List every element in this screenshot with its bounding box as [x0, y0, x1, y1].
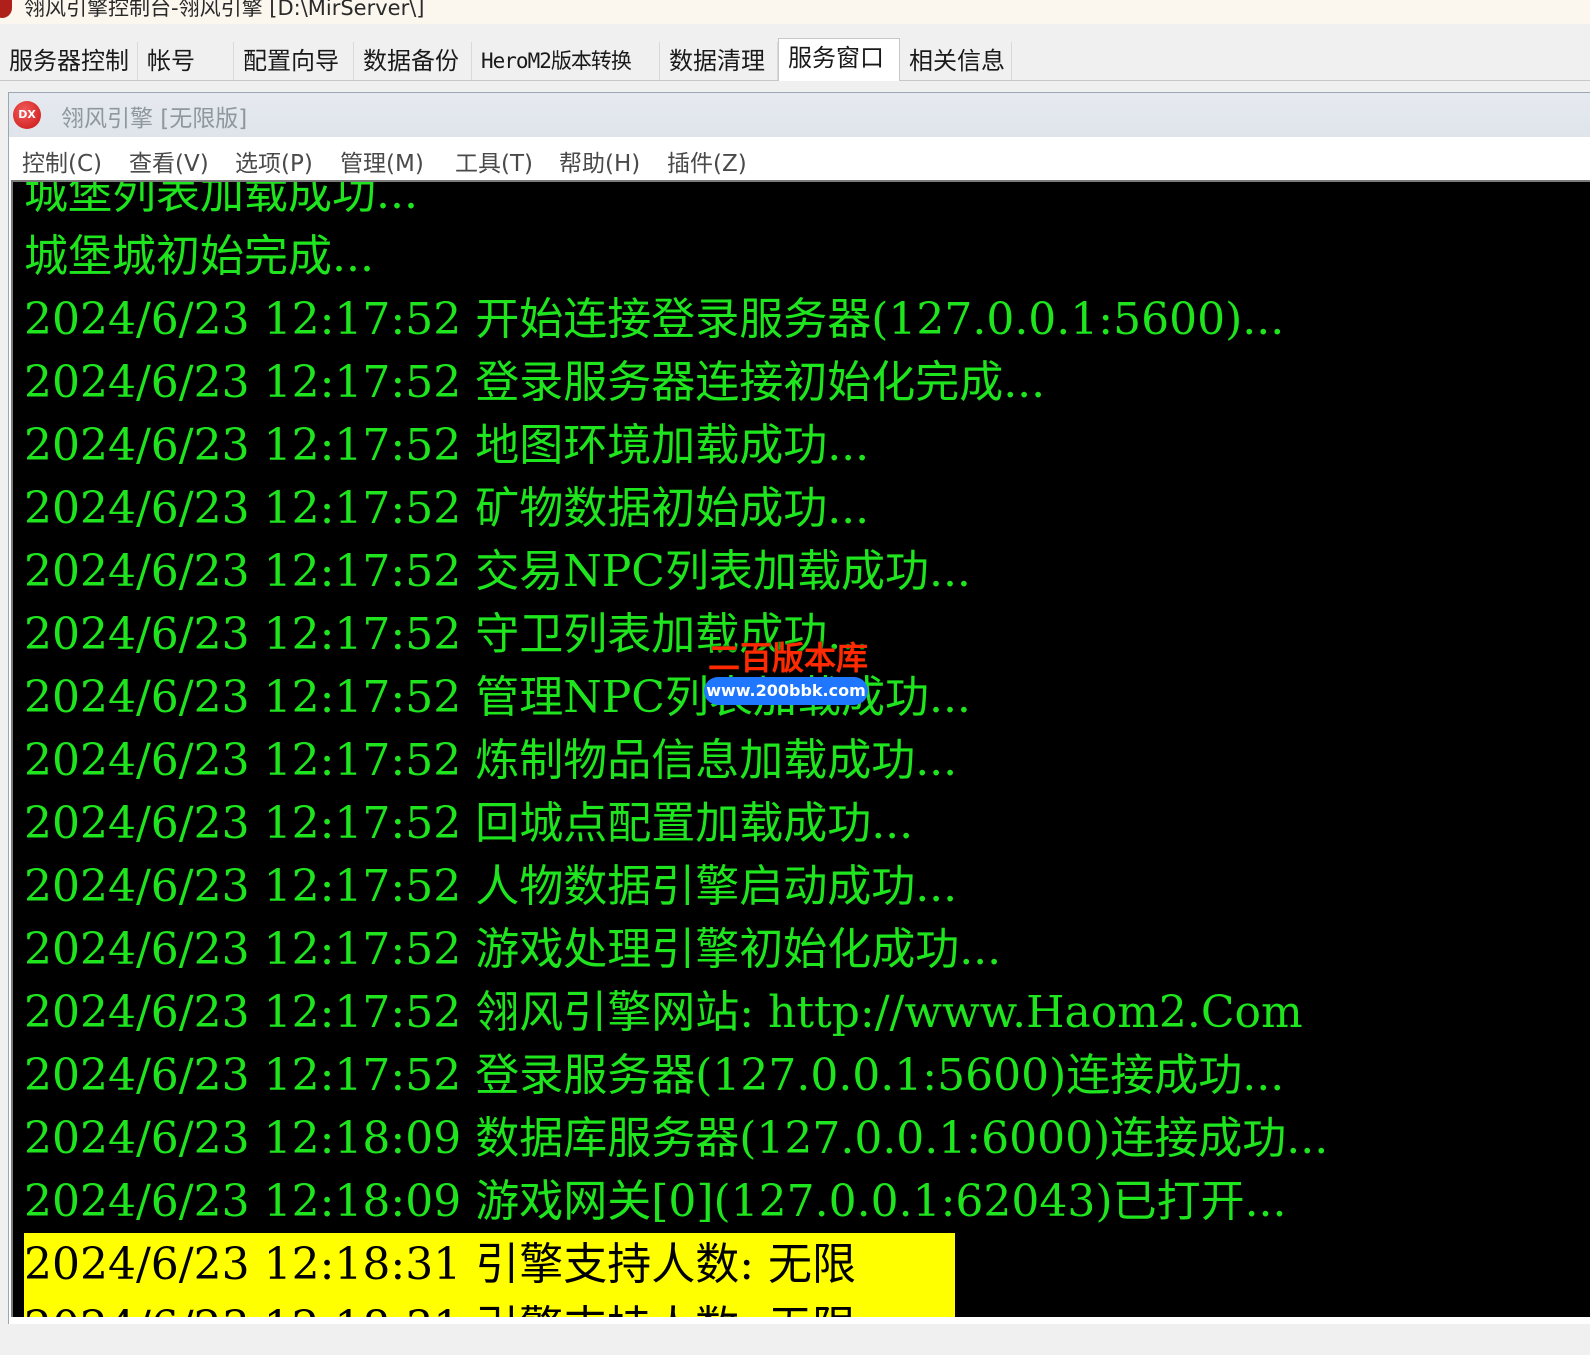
- log-line: 2024/6/23 12:17:52 地图环境加载成功...: [24, 420, 870, 471]
- menu-view[interactable]: 查看(V): [129, 144, 209, 178]
- log-line: 2024/6/23 12:17:52 回城点配置加载成功...: [24, 798, 914, 849]
- tab-server-control[interactable]: 服务器控制: [0, 42, 138, 80]
- watermark-url: www.200bbk.com: [704, 677, 868, 705]
- watermark-title: 二百版本库: [708, 639, 869, 677]
- log-line: 2024/6/23 12:18:09 游戏网关[0](127.0.0.1:620…: [24, 1176, 1287, 1227]
- tab-data-cleanup[interactable]: 数据清理: [660, 42, 778, 80]
- log-line: 2024/6/23 12:17:52 游戏处理引擎初始化成功...: [24, 924, 1002, 975]
- menu-plugins[interactable]: 插件(Z): [667, 144, 747, 178]
- log-line-highlighted: 2024/6/23 12:18:31 引擎支持人数: 无限: [24, 1296, 955, 1317]
- log-line-highlighted: 2024/6/23 12:18:31 引擎支持人数: 无限: [24, 1233, 955, 1296]
- menu-manage[interactable]: 管理(M): [340, 144, 424, 178]
- tab-strip: 服务器控制 帐号 配置向导 数据备份 HeroM2版本转换 数据清理 服务窗口 …: [0, 38, 1590, 81]
- dx-logo-icon: DX: [13, 101, 41, 129]
- tab-config-wizard[interactable]: 配置向导: [234, 42, 354, 80]
- tab-service-window[interactable]: 服务窗口: [778, 38, 900, 81]
- log-line: 2024/6/23 12:18:09 数据库服务器(127.0.0.1:6000…: [24, 1113, 1329, 1164]
- menu-help[interactable]: 帮助(H): [559, 144, 640, 178]
- tab-account[interactable]: 帐号: [138, 42, 234, 80]
- log-line: 2024/6/23 12:17:52 登录服务器(127.0.0.1:5600)…: [24, 1050, 1285, 1101]
- engine-window-title: 翎风引擎 [无限版]: [61, 106, 248, 132]
- log-line: 2024/6/23 12:17:52 开始连接登录服务器(127.0.0.1:5…: [24, 294, 1285, 345]
- menu-bar: 控制(C) 查看(V) 选项(P) 管理(M) 工具(T) 帮助(H) 插件(Z…: [9, 137, 1590, 179]
- menu-control[interactable]: 控制(C): [22, 144, 102, 178]
- log-line: 2024/6/23 12:17:52 矿物数据初始成功...: [24, 483, 870, 534]
- log-line: 2024/6/23 12:17:52 人物数据引擎启动成功...: [24, 861, 958, 912]
- window-bottom-frame: [0, 1324, 1590, 1355]
- tab-data-backup[interactable]: 数据备份: [354, 42, 472, 80]
- log-line: 城堡城初始完成...: [24, 231, 374, 282]
- tab-herom2-convert[interactable]: HeroM2版本转换: [472, 42, 660, 80]
- log-line: 城堡列表加载成功...: [24, 180, 418, 219]
- outer-window-title: 翎风引擎控制台-翎风引擎 [D:\MirServer\]: [24, 0, 425, 20]
- engine-window: DX 翎风引擎 [无限版] 控制(C) 查看(V) 选项(P) 管理(M) 工具…: [8, 92, 1590, 1324]
- app-icon: [0, 0, 12, 18]
- outer-window-titlebar: 翎风引擎控制台-翎风引擎 [D:\MirServer\]: [0, 0, 1590, 24]
- log-line: 2024/6/23 12:17:52 翎风引擎网站: http://www.Ha…: [24, 987, 1303, 1038]
- log-line: 2024/6/23 12:17:52 登录服务器连接初始化完成...: [24, 357, 1046, 408]
- log-line: 2024/6/23 12:17:52 交易NPC列表加载成功...: [24, 546, 971, 597]
- watermark: 二百版本库 www.200bbk.com: [704, 633, 874, 705]
- tab-related-info[interactable]: 相关信息: [900, 42, 1012, 80]
- engine-window-titlebar: DX 翎风引擎 [无限版]: [9, 93, 1590, 137]
- menu-options[interactable]: 选项(P): [235, 144, 313, 178]
- log-console[interactable]: 城堡列表加载成功... 城堡城初始完成... 2024/6/23 12:17:5…: [11, 180, 1590, 1317]
- menu-tools[interactable]: 工具(T): [455, 144, 533, 178]
- log-line: 2024/6/23 12:17:52 炼制物品信息加载成功...: [24, 735, 958, 786]
